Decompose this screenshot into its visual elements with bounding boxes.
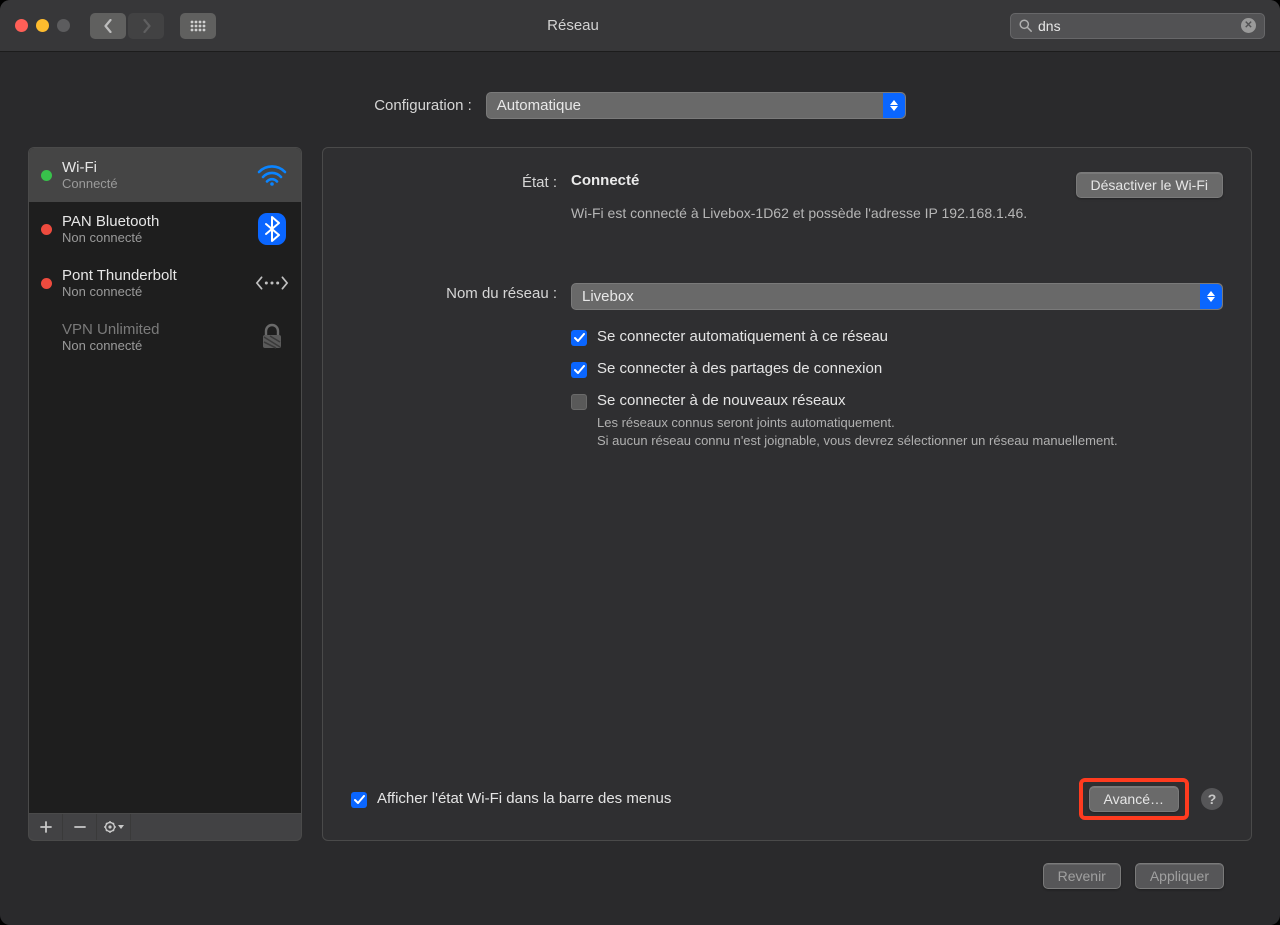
net-status: Non connecté [62, 230, 245, 245]
config-select[interactable]: Automatique [486, 92, 906, 119]
search-field[interactable]: ✕ [1010, 13, 1265, 39]
network-name-label: Nom du réseau : [351, 283, 571, 310]
traffic-lights [15, 19, 70, 32]
sidebar-item-vpn[interactable]: VPN Unlimited Non connecté [29, 310, 301, 364]
disable-wifi-button[interactable]: Désactiver le Wi-Fi [1076, 172, 1223, 198]
network-name-value: Livebox [582, 288, 634, 305]
state-value: Connecté [571, 172, 639, 189]
net-name: Pont Thunderbolt [62, 267, 245, 284]
remove-button[interactable] [63, 814, 97, 840]
state-description: Wi-Fi est connecté à Livebox-1D62 et pos… [571, 204, 1091, 223]
clear-search-icon[interactable]: ✕ [1241, 18, 1256, 33]
net-status: Connecté [62, 176, 245, 191]
close-icon[interactable] [15, 19, 28, 32]
sidebar-item-wifi[interactable]: Wi-Fi Connecté [29, 148, 301, 202]
explanation-text: Les réseaux connus seront joints automat… [597, 414, 1137, 450]
config-value: Automatique [497, 97, 581, 114]
net-status: Non connecté [62, 284, 245, 299]
net-name: Wi-Fi [62, 159, 245, 176]
checkbox-label: Se connecter automatiquement à ce réseau [597, 328, 888, 345]
network-list: Wi-Fi Connecté PAN Bluetooth Non connect… [28, 147, 302, 814]
lock-icon [255, 320, 289, 354]
checkbox-menubar[interactable]: Afficher l'état Wi-Fi dans la barre des … [351, 790, 671, 808]
config-row: Configuration : Automatique [28, 92, 1252, 119]
highlight-annotation: Avancé… [1079, 778, 1189, 820]
main-area: Wi-Fi Connecté PAN Bluetooth Non connect… [28, 147, 1252, 841]
checkbox-new-networks[interactable]: Se connecter à de nouveaux réseaux [571, 392, 1223, 410]
net-name: PAN Bluetooth [62, 213, 245, 230]
detail-panel: État : Connecté Désactiver le Wi-Fi Wi-F… [322, 147, 1252, 841]
net-status: Non connecté [62, 338, 245, 353]
checkbox-label: Se connecter à de nouveaux réseaux [597, 392, 846, 409]
thunderbolt-bridge-icon [255, 266, 289, 300]
net-name: VPN Unlimited [62, 321, 245, 338]
config-label: Configuration : [374, 97, 472, 114]
chevron-updown-icon [1200, 284, 1222, 309]
preferences-window: Réseau ✕ Configuration : Automatique [0, 0, 1280, 925]
status-dot-icon [41, 278, 52, 289]
footer: Revenir Appliquer [28, 841, 1252, 907]
back-button[interactable] [90, 13, 126, 39]
checkbox-auto-connect[interactable]: Se connecter automatiquement à ce réseau [571, 328, 1223, 346]
status-dot-icon [41, 224, 52, 235]
network-name-select[interactable]: Livebox [571, 283, 1223, 310]
action-menu-button[interactable] [97, 814, 131, 840]
titlebar: Réseau ✕ [0, 0, 1280, 52]
sidebar-item-thunderbolt[interactable]: Pont Thunderbolt Non connecté [29, 256, 301, 310]
state-label: État : [351, 172, 571, 223]
chevron-updown-icon [883, 93, 905, 118]
search-icon [1019, 19, 1032, 32]
checkbox-label: Se connecter à des partages de connexion [597, 360, 882, 377]
apply-button[interactable]: Appliquer [1135, 863, 1224, 889]
sidebar-item-bluetooth[interactable]: PAN Bluetooth Non connecté [29, 202, 301, 256]
checkbox-label: Afficher l'état Wi-Fi dans la barre des … [377, 790, 671, 807]
window-title: Réseau [146, 17, 1000, 34]
checkbox-hotspot[interactable]: Se connecter à des partages de connexion [571, 360, 1223, 378]
zoom-icon [57, 19, 70, 32]
add-button[interactable] [29, 814, 63, 840]
checkbox-icon [571, 394, 587, 410]
advanced-button[interactable]: Avancé… [1089, 786, 1179, 812]
status-dot-icon [41, 170, 52, 181]
checkbox-icon [571, 330, 587, 346]
sidebar: Wi-Fi Connecté PAN Bluetooth Non connect… [28, 147, 302, 841]
search-input[interactable] [1038, 18, 1235, 34]
checkbox-icon [351, 792, 367, 808]
content-area: Configuration : Automatique Wi-Fi Connec… [0, 52, 1280, 925]
help-button[interactable]: ? [1201, 788, 1223, 810]
checkbox-icon [571, 362, 587, 378]
bluetooth-icon [255, 212, 289, 246]
forward-button [128, 13, 164, 39]
sidebar-toolbar [28, 814, 302, 841]
wifi-icon [255, 158, 289, 192]
nav-buttons [90, 13, 164, 39]
minimize-icon[interactable] [36, 19, 49, 32]
revert-button[interactable]: Revenir [1043, 863, 1121, 889]
bottom-row: Afficher l'état Wi-Fi dans la barre des … [351, 778, 1223, 820]
